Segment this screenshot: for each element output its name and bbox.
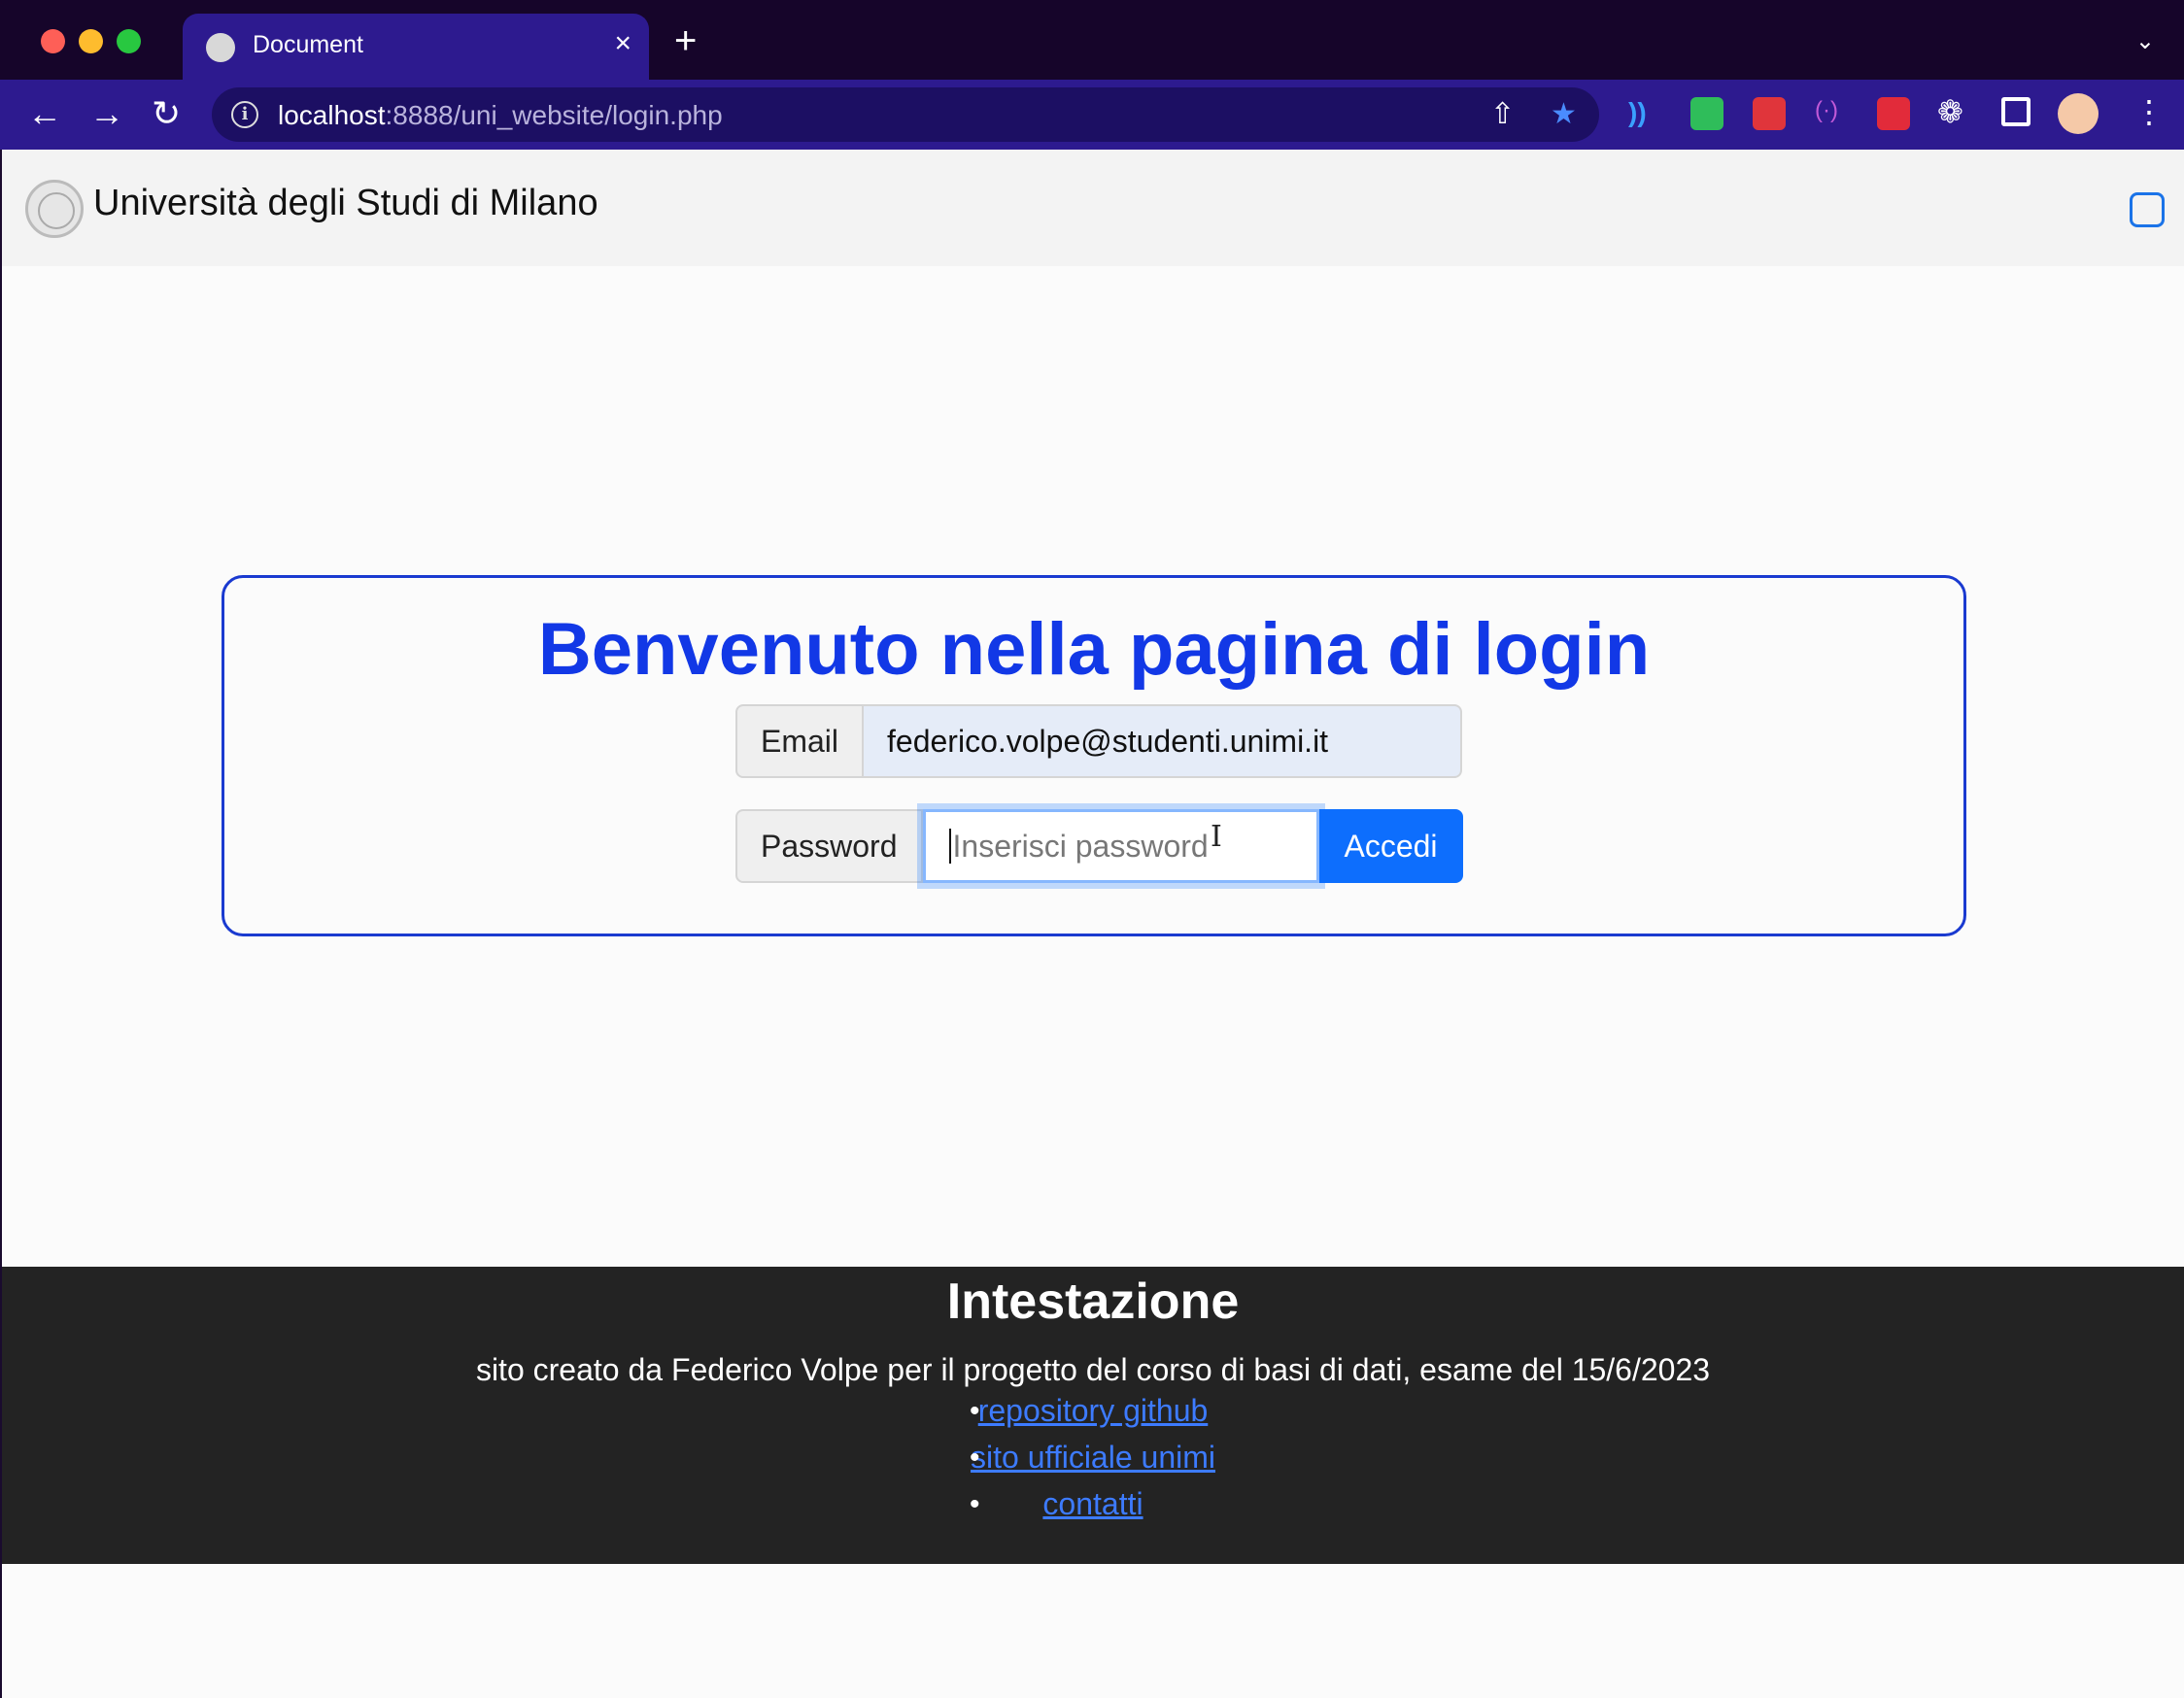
url-host: localhost — [278, 100, 386, 130]
list-item: contatti — [2, 1486, 2184, 1533]
star-icon[interactable]: ★ — [1551, 97, 1577, 131]
favicon-icon — [206, 33, 235, 62]
tab-search-icon[interactable]: ⌄ — [2135, 27, 2155, 55]
site-brand[interactable]: Università degli Studi di Milano — [93, 183, 598, 224]
navbar-toggler-button[interactable] — [2130, 192, 2165, 227]
footer-links: repository github sito ufficiale unimi c… — [2, 1393, 2184, 1533]
extension-5-icon[interactable] — [1877, 97, 1910, 130]
extension-4-icon[interactable]: (·) — [1815, 97, 1848, 130]
text-caret — [948, 829, 951, 864]
email-input-group: Email federico.volpe@studenti.unimi.it — [735, 704, 1463, 778]
extension-2-icon[interactable] — [1690, 97, 1723, 130]
list-item: repository github — [2, 1393, 2184, 1440]
browser-window: Document × + ⌄ ← → ↻ i localhost:8888/un… — [0, 0, 2184, 1698]
list-item: sito ufficiale unimi — [2, 1440, 2184, 1486]
footer-title: Intestazione — [946, 1274, 1240, 1330]
text-cursor-icon: I — [1211, 820, 1222, 854]
avatar[interactable] — [2058, 93, 2099, 134]
password-input-group: Password Inserisci password Accedi — [735, 809, 1463, 883]
login-heading: Benvenuto nella pagina di login — [537, 608, 1651, 691]
password-placeholder: Inserisci password — [952, 828, 1209, 864]
maximize-window-button[interactable] — [117, 29, 141, 53]
contacts-link[interactable]: contatti — [1042, 1486, 1143, 1521]
url-path: :8888/uni_website/login.php — [385, 100, 723, 130]
github-repository-link[interactable]: repository github — [978, 1393, 1209, 1428]
tab-document[interactable]: Document × — [183, 14, 649, 80]
share-icon[interactable]: ⇧ — [1490, 97, 1515, 131]
browser-toolbar: ← → ↻ i localhost:8888/uni_website/login… — [0, 80, 2184, 150]
extension-3-icon[interactable] — [1753, 97, 1786, 130]
password-label: Password — [735, 809, 923, 883]
site-navbar: Università degli Studi di Milano — [2, 150, 2184, 266]
new-tab-button[interactable]: + — [674, 19, 697, 63]
extension-1-icon[interactable]: )) — [1628, 97, 1661, 130]
footer-description: sito creato da Federico Volpe per il pro… — [475, 1352, 1711, 1387]
tab-close-icon[interactable]: × — [614, 27, 631, 60]
site-footer: Intestazione sito creato da Federico Vol… — [2, 1267, 2184, 1564]
email-field[interactable]: federico.volpe@studenti.unimi.it — [864, 704, 1463, 778]
window-controls — [41, 29, 141, 53]
menu-icon[interactable]: ⋮ — [2133, 93, 2165, 130]
info-icon[interactable]: i — [231, 101, 258, 128]
unimi-official-site-link[interactable]: sito ufficiale unimi — [971, 1440, 1215, 1475]
close-window-button[interactable] — [41, 29, 65, 53]
web-page: Università degli Studi di Milano Benvenu… — [2, 150, 2184, 1698]
password-field[interactable]: Inserisci password — [922, 809, 1319, 883]
address-bar[interactable]: i localhost:8888/uni_website/login.php ⇧… — [212, 87, 1599, 142]
sidepanel-icon[interactable] — [2001, 97, 2030, 126]
login-card: Benvenuto nella pagina di login Email fe… — [222, 575, 1966, 936]
url-text: localhost:8888/uni_website/login.php — [278, 100, 723, 131]
extensions-icon[interactable]: ❁ — [1937, 93, 1963, 130]
forward-icon[interactable]: → — [89, 93, 124, 134]
email-label: Email — [735, 704, 865, 778]
university-seal-logo[interactable] — [25, 180, 84, 238]
tab-title: Document — [253, 31, 363, 58]
reload-icon[interactable]: ↻ — [152, 93, 181, 134]
minimize-window-button[interactable] — [79, 29, 103, 53]
back-icon[interactable]: ← — [27, 93, 62, 134]
tab-strip: Document × + ⌄ — [0, 0, 2184, 80]
login-submit-button[interactable]: Accedi — [1318, 809, 1463, 883]
